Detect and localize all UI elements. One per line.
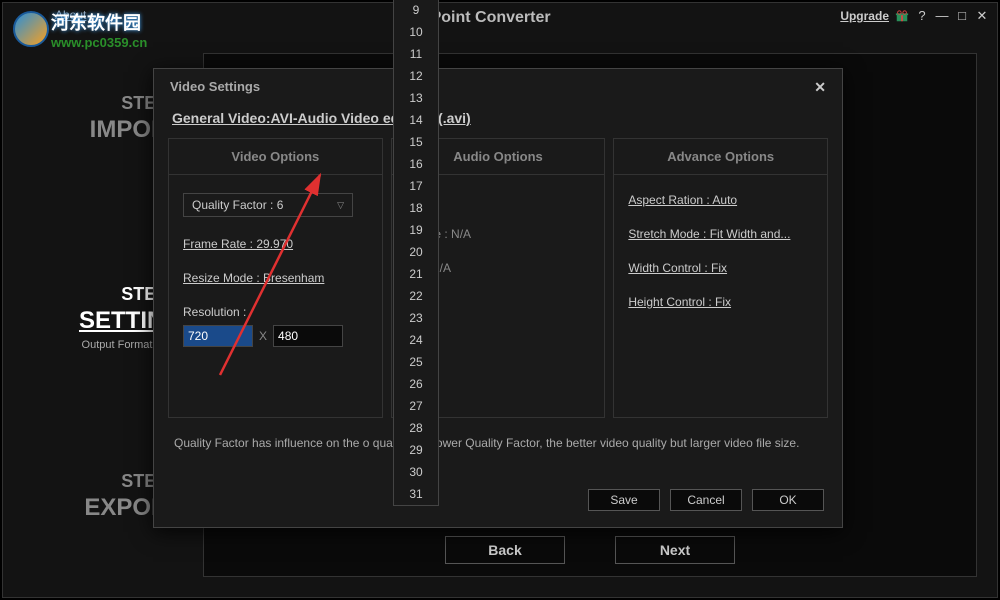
dialog-description: Quality Factor has influence on the o qu…	[154, 418, 842, 468]
help-icon[interactable]: ?	[915, 9, 929, 23]
upgrade-link[interactable]: Upgrade	[840, 9, 889, 23]
width-control-link[interactable]: Width Control : Fix	[628, 261, 727, 275]
dropdown-option[interactable]: 21	[394, 263, 438, 285]
dialog-header: General Video:AVI-Audio Video ed(Xvid)(.…	[154, 106, 842, 138]
gift-icon[interactable]	[895, 9, 909, 23]
frame-rate-link[interactable]: Frame Rate : 29.970	[183, 237, 293, 251]
resolution-x: X	[259, 329, 267, 343]
maximize-icon[interactable]: □	[955, 9, 969, 23]
dropdown-option[interactable]: 10	[394, 21, 438, 43]
dropdown-option[interactable]: 14	[394, 109, 438, 131]
resolution-label: Resolution :	[183, 305, 368, 319]
dropdown-option[interactable]: 31	[394, 483, 438, 505]
dropdown-option[interactable]: 13	[394, 87, 438, 109]
ok-button[interactable]: OK	[752, 489, 824, 511]
save-button[interactable]: Save	[588, 489, 660, 511]
dropdown-option[interactable]: 11	[394, 43, 438, 65]
close-icon[interactable]: ✕	[975, 9, 989, 23]
dropdown-option[interactable]: 27	[394, 395, 438, 417]
dropdown-option[interactable]: 22	[394, 285, 438, 307]
dropdown-option[interactable]: 17	[394, 175, 438, 197]
quality-factor-dropdown[interactable]: 9101112131415161718192021222324252627282…	[393, 0, 439, 506]
next-button[interactable]: Next	[615, 536, 735, 564]
resize-mode-link[interactable]: Resize Mode : Bresenham	[183, 271, 324, 285]
panel-title: Advance Options	[614, 139, 827, 175]
panel-title: Video Options	[169, 139, 382, 175]
back-button[interactable]: Back	[445, 536, 565, 564]
resolution-width-input[interactable]	[183, 325, 253, 347]
video-options-panel: Video Options Quality Factor : 6 ▽ Frame…	[168, 138, 383, 418]
dropdown-option[interactable]: 25	[394, 351, 438, 373]
quality-factor-select[interactable]: Quality Factor : 6 ▽	[183, 193, 353, 217]
watermark-url: www.pc0359.cn	[51, 35, 147, 50]
dropdown-option[interactable]: 19	[394, 219, 438, 241]
dropdown-option[interactable]: 24	[394, 329, 438, 351]
height-control-link[interactable]: Height Control : Fix	[628, 295, 731, 309]
stretch-mode-link[interactable]: Stretch Mode : Fit Width and...	[628, 227, 790, 241]
dropdown-option[interactable]: 23	[394, 307, 438, 329]
title-bar: About werPoint Converter Upgrade ? — □ ✕	[3, 3, 997, 27]
dropdown-option[interactable]: 16	[394, 153, 438, 175]
dropdown-option[interactable]: 9	[394, 0, 438, 21]
resolution-height-input[interactable]	[273, 325, 343, 347]
advance-options-panel: Advance Options Aspect Ration : Auto Str…	[613, 138, 828, 418]
dropdown-option[interactable]: 20	[394, 241, 438, 263]
dropdown-option[interactable]: 28	[394, 417, 438, 439]
select-value: Quality Factor : 6	[192, 198, 283, 212]
about-link[interactable]: About	[55, 8, 86, 22]
dropdown-option[interactable]: 26	[394, 373, 438, 395]
chevron-down-icon: ▽	[337, 200, 344, 211]
dialog-close-icon[interactable]: ✕	[814, 79, 826, 96]
minimize-icon[interactable]: —	[935, 9, 949, 23]
aspect-ratio-link[interactable]: Aspect Ration : Auto	[628, 193, 737, 207]
app-logo	[13, 11, 49, 47]
dialog-title: Video Settings	[170, 79, 260, 96]
dropdown-option[interactable]: 18	[394, 197, 438, 219]
dropdown-option[interactable]: 30	[394, 461, 438, 483]
dropdown-option[interactable]: 15	[394, 131, 438, 153]
dropdown-option[interactable]: 29	[394, 439, 438, 461]
dropdown-option[interactable]: 12	[394, 65, 438, 87]
video-settings-dialog: Video Settings ✕ General Video:AVI-Audio…	[153, 68, 843, 528]
cancel-button[interactable]: Cancel	[670, 489, 742, 511]
